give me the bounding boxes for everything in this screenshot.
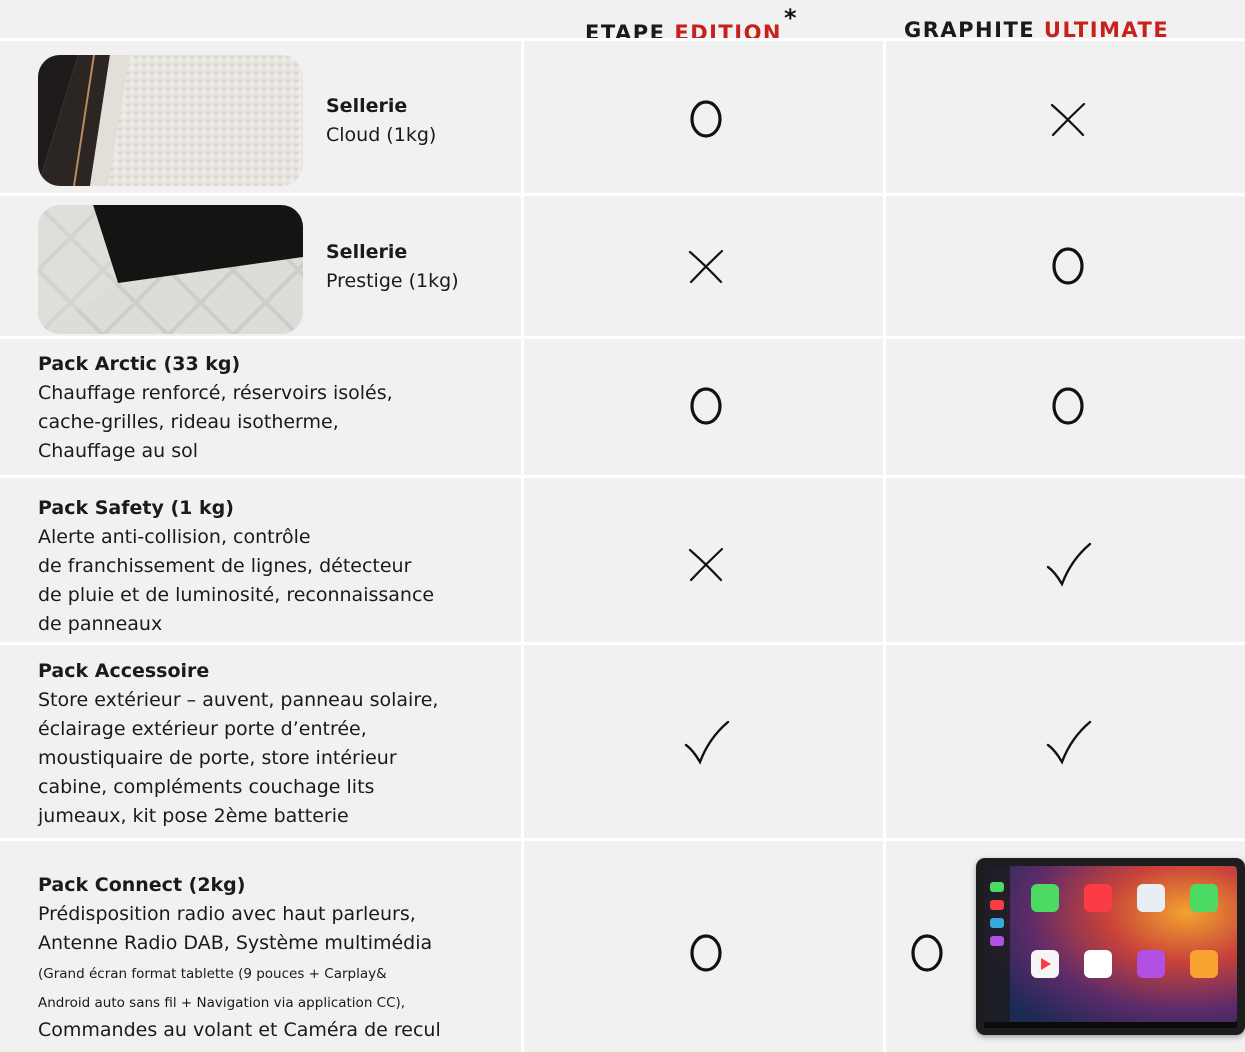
not-available-icon — [676, 534, 736, 594]
row-description-line: cache-grilles, rideau isotherme, — [38, 411, 339, 433]
row-divider-1 — [0, 193, 1245, 196]
row-divider-3 — [0, 475, 1245, 478]
asterisk: * — [784, 4, 799, 32]
row-description-line: Alerte anti-collision, contrôle — [38, 526, 311, 548]
row-description-line: de pluie et de luminosité, reconnaissanc… — [38, 584, 435, 606]
check-icon — [676, 712, 736, 772]
row-label-sellerie-cloud: Sellerie Cloud (1kg) — [326, 92, 436, 150]
options-table: ETAPE EDITION* GRAPHITE ULTIMATE Selleri… — [0, 0, 1245, 1052]
row-footnote-line: Android auto sans fil + Navigation via a… — [38, 995, 406, 1011]
row-description-line: Antenne Radio DAB, Système multimédia — [38, 932, 433, 954]
row-description-line: Store extérieur – auvent, panneau solair… — [38, 689, 439, 711]
row-label-pack-safety: Pack Safety (1 kg) Alerte anti-collision… — [38, 494, 434, 639]
row-description-line: Commandes au volant et Caméra de recul — [38, 1019, 441, 1041]
optional-mark — [676, 89, 736, 149]
row-description: Prestige (1kg) — [326, 270, 459, 292]
row-title: Pack Arctic (33 kg) — [38, 353, 241, 375]
row-description-line: Chauffage renforcé, réservoirs isolés, — [38, 382, 393, 404]
column-header-etape-edition: ETAPE EDITION* — [585, 4, 798, 52]
row-title: Sellerie — [326, 241, 408, 263]
row-description-line: éclairage extérieur porte d’entrée, — [38, 718, 367, 740]
column-header-graphite-ultimate: GRAPHITE ULTIMATE — [904, 18, 1169, 52]
not-available-icon — [1038, 89, 1098, 149]
row-divider-2 — [0, 336, 1245, 339]
optional-mark — [676, 923, 736, 983]
multimedia-screen-image — [976, 858, 1245, 1035]
optional-mark — [1038, 376, 1098, 436]
row-divider-0 — [0, 38, 1245, 41]
row-label-pack-arctic: Pack Arctic (33 kg) Chauffage renforcé, … — [38, 350, 393, 466]
row-description-line: jumeaux, kit pose 2ème batterie — [38, 805, 349, 827]
row-label-pack-connect: Pack Connect (2kg) Prédisposition radio … — [38, 871, 441, 1045]
edition-word: EDITION — [674, 21, 782, 45]
row-description-line: cabine, compléments couchage lits — [38, 776, 375, 798]
row-description-line: de franchissement de lignes, détecteur — [38, 555, 412, 577]
row-description-line: de panneaux — [38, 613, 163, 635]
cloud-upholstery-swatch — [38, 55, 303, 186]
row-label-pack-accessoire: Pack Accessoire Store extérieur – auvent… — [38, 657, 438, 831]
row-description: Cloud (1kg) — [326, 124, 437, 146]
row-title: Pack Connect (2kg) — [38, 874, 246, 896]
row-divider-5 — [0, 838, 1245, 841]
etape-word: ETAPE — [585, 21, 666, 45]
row-title: Sellerie — [326, 95, 408, 117]
row-footnote-line: (Grand écran format tablette (9 pouces +… — [38, 966, 387, 982]
row-description-line: moustiquaire de porte, store intérieur — [38, 747, 397, 769]
row-label-sellerie-prestige: Sellerie Prestige (1kg) — [326, 238, 459, 296]
row-title: Pack Accessoire — [38, 660, 210, 682]
grid-divider-1 — [521, 40, 524, 1052]
optional-mark — [1038, 236, 1098, 296]
prestige-upholstery-swatch — [38, 205, 303, 334]
row-title: Pack Safety (1 kg) — [38, 497, 234, 519]
row-divider-4 — [0, 642, 1245, 645]
grid-divider-2 — [883, 40, 886, 1052]
row-description-line: Chauffage au sol — [38, 440, 199, 462]
check-icon — [1038, 712, 1098, 772]
optional-mark — [676, 376, 736, 436]
row-description-line: Prédisposition radio avec haut parleurs, — [38, 903, 416, 925]
optional-mark — [897, 923, 957, 983]
check-icon — [1038, 534, 1098, 594]
not-available-icon — [676, 236, 736, 296]
